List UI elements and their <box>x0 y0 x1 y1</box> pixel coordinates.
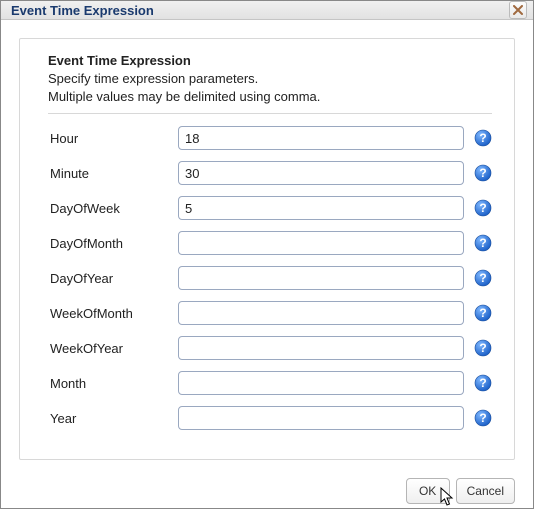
input-year[interactable] <box>178 406 464 430</box>
form-row-minute: Minute? <box>48 161 492 185</box>
help-icon[interactable]: ? <box>474 234 492 252</box>
button-bar: OK Cancel <box>1 478 533 518</box>
form-row-weekofmonth: WeekOfMonth? <box>48 301 492 325</box>
label-month: Month <box>48 376 178 391</box>
form-rows: Hour?Minute?DayOfWeek?DayOfMonth?DayOfYe… <box>48 126 492 430</box>
label-dayofyear: DayOfYear <box>48 271 178 286</box>
svg-text:?: ? <box>479 306 486 320</box>
form-row-dayofyear: DayOfYear? <box>48 266 492 290</box>
svg-text:?: ? <box>479 271 486 285</box>
label-weekofmonth: WeekOfMonth <box>48 306 178 321</box>
input-month[interactable] <box>178 371 464 395</box>
help-icon[interactable]: ? <box>474 374 492 392</box>
help-icon[interactable]: ? <box>474 129 492 147</box>
svg-text:?: ? <box>479 166 486 180</box>
help-icon[interactable]: ? <box>474 269 492 287</box>
input-weekofmonth[interactable] <box>178 301 464 325</box>
label-weekofyear: WeekOfYear <box>48 341 178 356</box>
help-icon[interactable]: ? <box>474 409 492 427</box>
section-description: Specify time expression parameters. Mult… <box>48 70 492 105</box>
help-icon[interactable]: ? <box>474 304 492 322</box>
input-weekofyear[interactable] <box>178 336 464 360</box>
label-year: Year <box>48 411 178 426</box>
form-row-hour: Hour? <box>48 126 492 150</box>
section-header: Event Time Expression Specify time expre… <box>48 53 492 114</box>
svg-text:?: ? <box>479 341 486 355</box>
form-row-month: Month? <box>48 371 492 395</box>
svg-text:?: ? <box>479 376 486 390</box>
input-minute[interactable] <box>178 161 464 185</box>
input-dayofyear[interactable] <box>178 266 464 290</box>
input-dayofmonth[interactable] <box>178 231 464 255</box>
form-row-year: Year? <box>48 406 492 430</box>
ok-button[interactable]: OK <box>406 478 450 504</box>
label-minute: Minute <box>48 166 178 181</box>
form-row-dayofmonth: DayOfMonth? <box>48 231 492 255</box>
label-dayofmonth: DayOfMonth <box>48 236 178 251</box>
svg-text:?: ? <box>479 131 486 145</box>
close-icon <box>513 5 523 15</box>
inner-panel: Event Time Expression Specify time expre… <box>19 38 515 460</box>
help-icon[interactable]: ? <box>474 339 492 357</box>
input-hour[interactable] <box>178 126 464 150</box>
section-desc-line2: Multiple values may be delimited using c… <box>48 89 320 104</box>
close-button[interactable] <box>509 1 527 19</box>
svg-text:?: ? <box>479 236 486 250</box>
section-desc-line1: Specify time expression parameters. <box>48 71 258 86</box>
dialog-window: Event Time Expression Event Time Express… <box>0 0 534 509</box>
form-row-weekofyear: WeekOfYear? <box>48 336 492 360</box>
content-area: Event Time Expression Specify time expre… <box>1 20 533 478</box>
label-hour: Hour <box>48 131 178 146</box>
section-title: Event Time Expression <box>48 53 492 68</box>
help-icon[interactable]: ? <box>474 199 492 217</box>
input-dayofweek[interactable] <box>178 196 464 220</box>
form-row-dayofweek: DayOfWeek? <box>48 196 492 220</box>
dialog-title: Event Time Expression <box>11 3 509 18</box>
svg-text:?: ? <box>479 201 486 215</box>
svg-text:?: ? <box>479 411 486 425</box>
titlebar: Event Time Expression <box>1 1 533 20</box>
label-dayofweek: DayOfWeek <box>48 201 178 216</box>
cancel-button[interactable]: Cancel <box>456 478 515 504</box>
help-icon[interactable]: ? <box>474 164 492 182</box>
